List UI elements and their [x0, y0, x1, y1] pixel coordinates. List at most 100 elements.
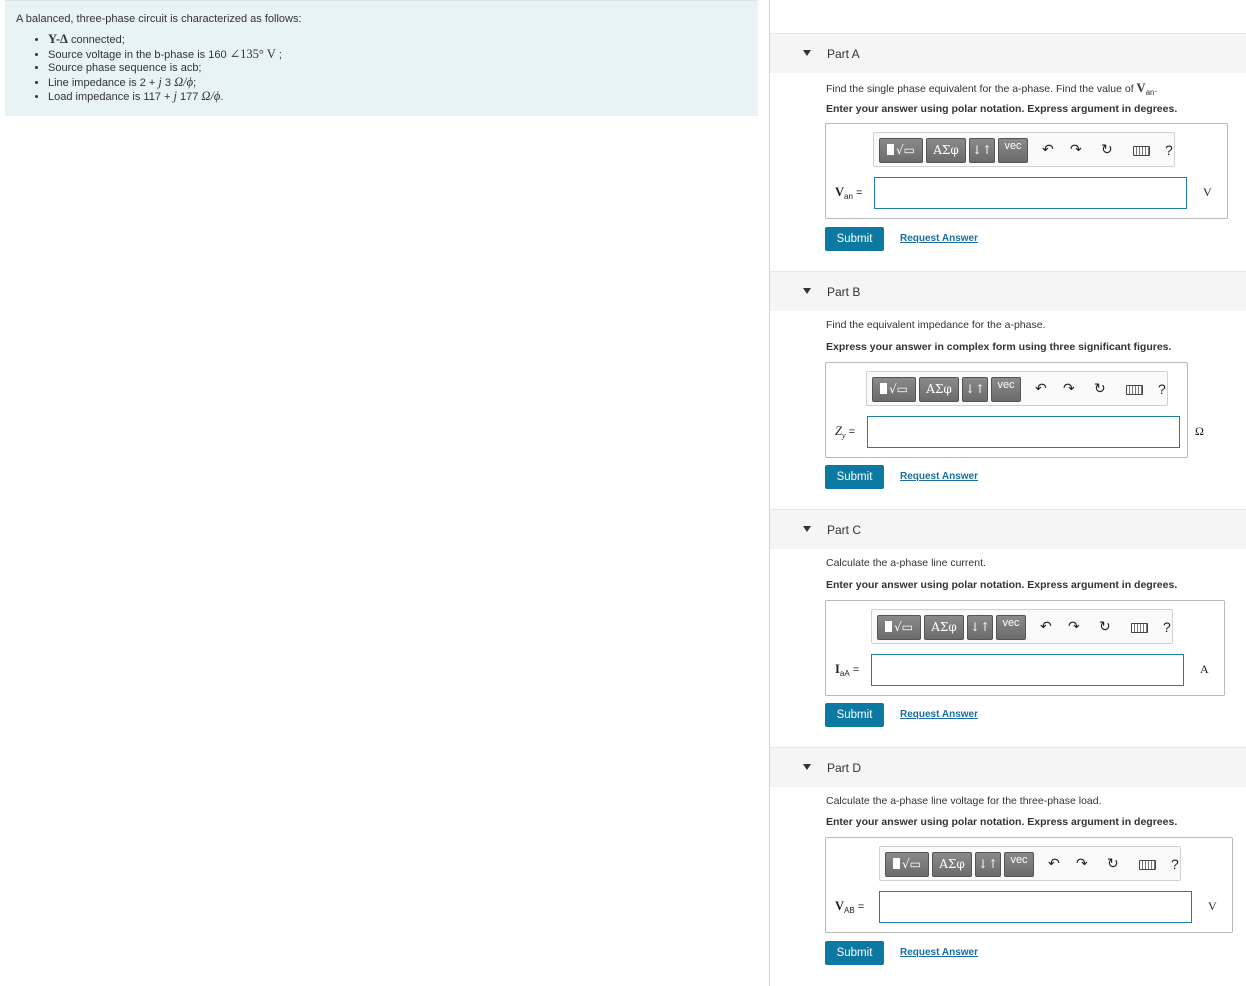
list-item: Source phase sequence is acb; — [48, 62, 758, 76]
question-text: Find the equivalent impedance for the a-… — [826, 319, 1046, 331]
reset-icon[interactable]: ↻ — [1094, 381, 1106, 397]
help-icon[interactable]: ? — [1165, 142, 1173, 158]
sqrt-template-icon: √▭ — [894, 620, 913, 634]
help-icon[interactable]: ? — [1171, 856, 1179, 872]
caret-down-icon[interactable] — [803, 764, 811, 770]
square-template-icon — [887, 144, 894, 155]
redo-icon[interactable]: ↷ — [1063, 381, 1075, 397]
submit-button[interactable]: Submit — [825, 465, 884, 489]
answer-instruction: Express your answer in complex form usin… — [826, 341, 1172, 353]
math-toolbar: √▭ ΑΣφ ↓↑ vec ↶ ↷ ↻ ? — [879, 846, 1181, 881]
redo-icon[interactable]: ↷ — [1076, 856, 1088, 872]
caret-down-icon[interactable] — [803, 288, 811, 294]
help-icon[interactable]: ? — [1158, 381, 1166, 397]
square-template-icon — [880, 383, 887, 394]
caret-down-icon[interactable] — [803, 526, 811, 532]
problem-conditions: Y-Δ connected; Source voltage in the b-p… — [16, 32, 758, 105]
answer-instruction: Enter your answer using polar notation. … — [826, 816, 1178, 828]
question-text: Calculate the a-phase line current. — [826, 557, 986, 569]
problem-statement: A balanced, three-phase circuit is chara… — [5, 0, 758, 116]
reset-icon[interactable]: ↻ — [1099, 619, 1111, 635]
vector-button[interactable]: vec — [1004, 852, 1034, 877]
reset-icon[interactable]: ↻ — [1107, 856, 1119, 872]
part-a-header[interactable]: Part A — [770, 33, 1246, 73]
redo-icon[interactable]: ↷ — [1068, 619, 1080, 635]
undo-icon[interactable]: ↶ — [1042, 142, 1054, 158]
undo-icon[interactable]: ↶ — [1035, 381, 1047, 397]
question-text: Calculate the a-phase line voltage for t… — [826, 795, 1102, 807]
submit-button[interactable]: Submit — [825, 941, 884, 965]
templates-button[interactable]: √▭ — [872, 377, 916, 402]
keyboard-icon[interactable] — [1139, 860, 1156, 870]
part-title: Part A — [827, 47, 860, 61]
part-c-header[interactable]: Part C — [770, 509, 1246, 549]
unit-label: V — [1203, 185, 1212, 199]
answer-instruction: Enter your answer using polar notation. … — [826, 579, 1178, 591]
list-item: Load impedance is 117 + j 177 Ω/ϕ. — [48, 89, 758, 105]
keyboard-icon[interactable] — [1131, 623, 1148, 633]
greek-symbols-button[interactable]: ΑΣφ — [932, 852, 972, 877]
greek-symbols-button[interactable]: ΑΣφ — [924, 615, 964, 640]
templates-button[interactable]: √▭ — [879, 138, 923, 163]
templates-button[interactable]: √▭ — [877, 615, 921, 640]
submit-button[interactable]: Submit — [825, 227, 884, 251]
answer-box: √▭ ΑΣφ ↓↑ vec ↶ ↷ ↻ ? Van = V — [825, 123, 1228, 219]
part-title: Part D — [827, 761, 862, 775]
subscript-superscript-button[interactable]: ↓↑ — [962, 377, 988, 402]
greek-symbols-button[interactable]: ΑΣφ — [926, 138, 966, 163]
sqrt-template-icon: √▭ — [902, 857, 921, 871]
subscript-superscript-button[interactable]: ↓↑ — [969, 138, 995, 163]
keyboard-icon[interactable] — [1133, 146, 1150, 156]
answer-input[interactable] — [867, 416, 1180, 448]
part-c: Part C Calculate the a-phase line curren… — [770, 509, 1246, 747]
redo-icon[interactable]: ↷ — [1070, 142, 1082, 158]
undo-icon[interactable]: ↶ — [1040, 619, 1052, 635]
answer-label: VAB = — [835, 899, 865, 915]
vector-button[interactable]: vec — [991, 377, 1021, 402]
answer-box: √▭ ΑΣφ ↓↑ vec ↶ ↷ ↻ ? VAB = V — [825, 837, 1233, 933]
request-answer-link[interactable]: Request Answer — [900, 471, 978, 482]
math-toolbar: √▭ ΑΣφ ↓↑ vec ↶ ↷ ↻ ? — [871, 609, 1173, 644]
vector-button[interactable]: vec — [998, 138, 1028, 163]
templates-button[interactable]: √▭ — [885, 852, 929, 877]
question-text: Find the single phase equivalent for the… — [826, 81, 1158, 97]
sqrt-template-icon: √▭ — [896, 143, 915, 157]
answer-label: Van = — [835, 185, 863, 201]
unit-label: A — [1200, 662, 1209, 676]
reset-icon[interactable]: ↻ — [1101, 142, 1113, 158]
square-template-icon — [893, 858, 900, 869]
caret-down-icon[interactable] — [803, 50, 811, 56]
request-answer-link[interactable]: Request Answer — [900, 709, 978, 720]
unit-label: V — [1208, 899, 1217, 913]
math-toolbar: √▭ ΑΣφ ↓↑ vec ↶ ↷ ↻ ? — [873, 132, 1175, 167]
answer-box: √▭ ΑΣφ ↓↑ vec ↶ ↷ ↻ ? IaA = A — [825, 600, 1225, 696]
answer-input[interactable] — [879, 891, 1192, 923]
square-template-icon — [885, 621, 892, 632]
part-d-header[interactable]: Part D — [770, 747, 1246, 787]
part-b-header[interactable]: Part B — [770, 271, 1246, 311]
greek-symbols-button[interactable]: ΑΣφ — [919, 377, 959, 402]
answer-instruction: Enter your answer using polar notation. … — [826, 103, 1178, 115]
undo-icon[interactable]: ↶ — [1048, 856, 1060, 872]
submit-button[interactable]: Submit — [825, 703, 884, 727]
list-item: Source voltage in the b-phase is 160 ∠13… — [48, 47, 758, 63]
subscript-superscript-button[interactable]: ↓↑ — [975, 852, 1001, 877]
request-answer-link[interactable]: Request Answer — [900, 947, 978, 958]
sqrt-template-icon: √▭ — [889, 382, 908, 396]
math-toolbar: √▭ ΑΣφ ↓↑ vec ↶ ↷ ↻ ? — [866, 371, 1168, 406]
vector-button[interactable]: vec — [996, 615, 1026, 640]
help-icon[interactable]: ? — [1163, 619, 1171, 635]
subscript-superscript-button[interactable]: ↓↑ — [967, 615, 993, 640]
answer-input[interactable] — [871, 654, 1184, 686]
part-title: Part B — [827, 285, 861, 299]
list-item: Line impedance is 2 + j 3 Ω/ϕ; — [48, 75, 758, 91]
part-title: Part C — [827, 523, 862, 537]
answer-label: Zy = — [835, 424, 855, 440]
part-b: Part B Find the equivalent impedance for… — [770, 271, 1246, 509]
part-a: Part A Find the single phase equivalent … — [770, 33, 1246, 271]
answer-input[interactable] — [874, 177, 1187, 209]
request-answer-link[interactable]: Request Answer — [900, 233, 978, 244]
part-d: Part D Calculate the a-phase line voltag… — [770, 747, 1246, 986]
answer-box: √▭ ΑΣφ ↓↑ vec ↶ ↷ ↻ ? Zy = Ω — [825, 362, 1204, 458]
keyboard-icon[interactable] — [1126, 385, 1143, 395]
